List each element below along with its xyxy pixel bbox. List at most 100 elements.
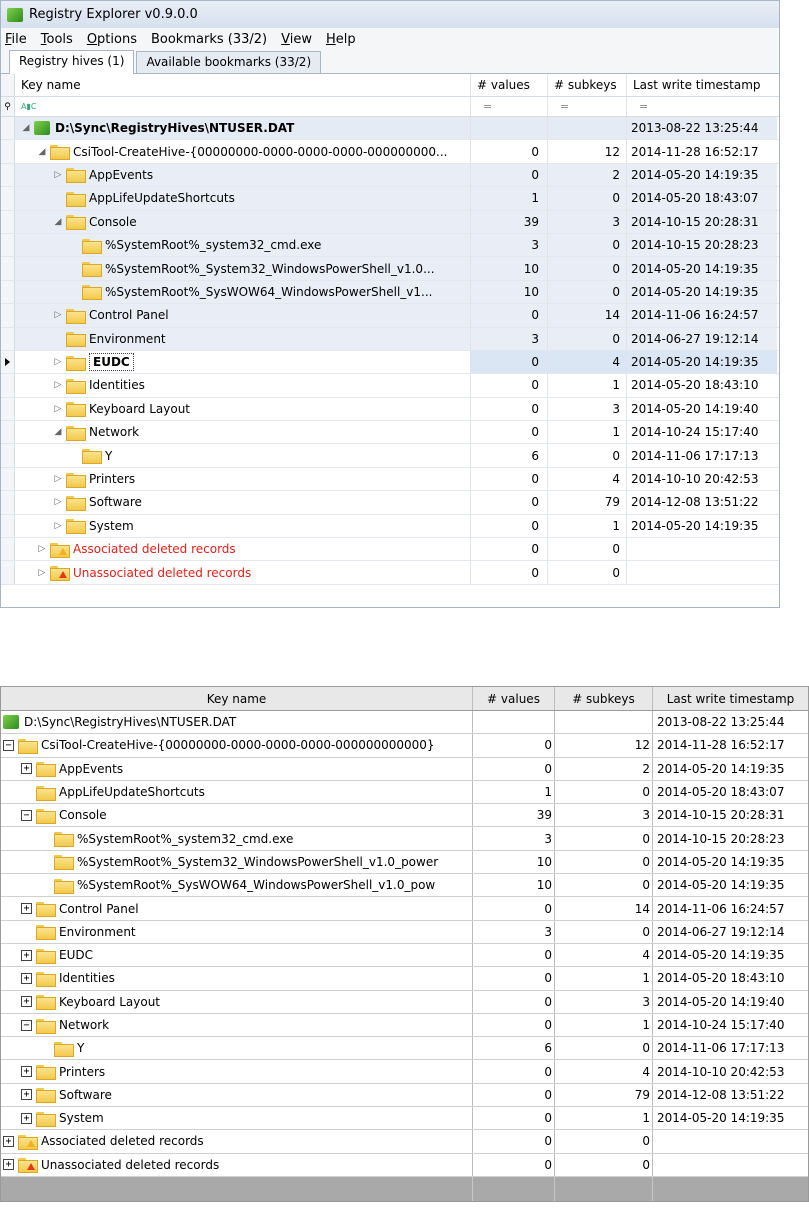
table-row[interactable]: Environment 3 0 2014-06-27 19:12:14 [1,920,808,944]
table-row[interactable]: Y 6 0 2014-11-06 17:17:13 [1,444,779,468]
collapse-arrow-icon[interactable]: ◢ [37,147,47,157]
filter-timestamp[interactable]: = [627,97,777,116]
expand-arrow-icon[interactable]: ▷ [53,310,63,320]
timestamp-cell: 2014-10-15 20:28:31 [657,808,785,823]
filter-key-name[interactable]: A▮C [15,97,471,116]
menu-view[interactable]: View [281,32,312,47]
table-row[interactable]: − CsiTool-CreateHive-{00000000-0000-0000-… [1,734,808,758]
table-row[interactable]: − Network 0 1 2014-10-24 15:17:40 [1,1013,808,1038]
expand-box-icon[interactable]: + [21,903,32,915]
grid2-column-values[interactable]: # values [473,687,555,710]
filter-subkeys[interactable]: = [548,97,627,116]
hive-icon [34,121,50,136]
menu-help[interactable]: Help [326,32,356,47]
table-row[interactable]: ▷ Printers 0 4 2014-10-10 20:42:53 [1,467,779,492]
tab-registry-hives[interactable]: Registry hives (1) [9,50,135,74]
table-row[interactable]: %SystemRoot%_system32_cmd.exe 3 0 2014-10-1… [1,233,779,258]
table-row[interactable]: ▷ EUDC 0 4 2014-05-20 14:19:35 [1,350,779,375]
expand-arrow-icon[interactable]: ▷ [53,497,63,507]
collapse-arrow-icon[interactable]: ◢ [53,427,63,437]
timestamp-cell: 2014-05-20 14:19:35 [631,518,759,533]
table-row[interactable]: ▷ Control Panel 0 14 2014-11-06 16:24:57 [1,304,779,328]
column-header-key-name[interactable]: Key name [15,74,471,96]
table-row[interactable]: %SystemRoot%_System32_WindowsPowerShell_… [1,257,779,281]
table-row[interactable]: ▷ Keyboard Layout 0 3 2014-05-20 14:19:40 [1,397,779,422]
table-row[interactable]: AppLifeUpdateShortcuts 1 0 2014-05-20 18:43… [1,780,808,805]
folder-icon [66,519,86,535]
table-row[interactable]: + Printers 0 4 2014-10-10 20:42:53 [1,1060,808,1084]
column-header-values[interactable]: # values [471,74,548,96]
table-row[interactable]: + Control Panel 0 14 2014-11-06 16:24:57 [1,897,808,921]
expand-box-icon[interactable]: + [3,1159,14,1171]
table-row[interactable]: %SystemRoot%_system32_cmd.exe 3 0 2014-10-1… [1,827,808,851]
values-cell: 10 [473,874,555,897]
expand-box-icon[interactable]: + [21,1112,32,1124]
expand-arrow-icon[interactable]: ▷ [53,521,63,531]
table-row[interactable]: ◢ D:\Sync\RegistryHives\NTUSER.DAT 2013-08… [1,117,779,141]
table-row[interactable]: %SystemRoot%_System32_WindowsPowerShell_… [1,850,808,875]
table-row[interactable]: ▷ System 0 1 2014-05-20 14:19:35 [1,514,779,539]
expand-box-icon[interactable]: + [21,949,32,961]
expand-box-icon[interactable]: + [21,972,32,984]
table-row[interactable]: ▷ Associated deleted records 0 0 [1,538,779,562]
grid2-column-timestamp[interactable]: Last write timestamp [653,687,808,710]
subkeys-cell: 0 [548,187,627,210]
timestamp-cell: 2014-11-28 16:52:17 [631,144,759,159]
expand-arrow-icon[interactable]: ▷ [37,568,47,578]
table-row[interactable]: AppLifeUpdateShortcuts 1 0 2014-05-20 18:43… [1,187,779,211]
tab-available-bookmarks[interactable]: Available bookmarks (33/2) [136,51,322,73]
collapse-arrow-icon[interactable]: ◢ [53,217,63,227]
expand-box-icon[interactable]: + [21,763,32,775]
timestamp-cell: 2013-08-22 13:25:44 [657,715,785,730]
expand-arrow-icon[interactable]: ▷ [53,380,63,390]
values-cell: 6 [471,444,548,467]
grid2-column-subkeys[interactable]: # subkeys [555,687,653,710]
table-row[interactable]: %SystemRoot%_SysWOW64_WindowsPowerShell_… [1,280,779,305]
timestamp-cell [627,538,777,560]
expand-box-icon[interactable]: + [21,1089,32,1101]
collapse-arrow-icon[interactable]: ◢ [21,123,31,133]
table-row[interactable]: + Unassociated deleted records 0 0 [1,1153,808,1177]
table-row[interactable]: + Keyboard Layout 0 3 2014-05-20 14:19:40 [1,990,808,1014]
column-header-subkeys[interactable]: # subkeys [548,74,627,96]
key-name-cell: ▷ Printers [15,467,471,491]
table-row[interactable]: %SystemRoot%_SysWOW64_WindowsPowerShell_… [1,874,808,898]
expand-arrow-icon[interactable]: ▷ [53,357,63,367]
key-name-cell: %SystemRoot%_SysWOW64_WindowsPowerShell_… [15,280,471,304]
table-row[interactable]: − Console 39 3 2014-10-15 20:28:31 [1,804,808,828]
table-row[interactable]: ◢ Console 39 3 2014-10-15 20:28:31 [1,210,779,234]
expand-arrow-icon[interactable]: ▷ [37,544,47,554]
collapse-box-icon[interactable]: − [21,809,32,821]
filter-values[interactable]: = [471,97,548,116]
table-row[interactable]: + Associated deleted records 0 0 [1,1130,808,1154]
table-row[interactable]: Environment 3 0 2014-06-27 19:12:14 [1,327,779,351]
collapse-box-icon[interactable]: − [3,739,14,751]
expand-box-icon[interactable]: + [3,1135,14,1147]
expand-arrow-icon[interactable]: ▷ [53,404,63,414]
table-row[interactable]: + AppEvents 0 2 2014-05-20 14:19:35 [1,757,808,781]
table-row[interactable]: + Identities 0 1 2014-05-20 18:43:10 [1,967,808,991]
table-row[interactable]: ▷ AppEvents 0 2 2014-05-20 14:19:35 [1,163,779,188]
table-row[interactable]: ◢ CsiTool-CreateHive-{00000000-0000-0000-… [1,140,779,164]
menu-file[interactable]: File [5,32,27,47]
table-row[interactable]: Y 6 0 2014-11-06 17:17:13 [1,1037,808,1061]
table-row[interactable]: ▷ Unassociated deleted records 0 0 [1,561,779,585]
table-row[interactable]: ◢ Network 0 1 2014-10-24 15:17:40 [1,421,779,445]
table-row[interactable]: + EUDC 0 4 2014-05-20 14:19:35 [1,943,808,968]
menu-bookmarks-33-2[interactable]: Bookmarks (33/2) [151,32,267,47]
expand-arrow-icon[interactable]: ▷ [53,170,63,180]
menu-options[interactable]: Options [87,32,137,47]
column-header-timestamp[interactable]: Last write timestamp [627,74,777,96]
table-row[interactable]: + Software 0 79 2014-12-08 13:51:22 [1,1083,808,1108]
table-row[interactable]: + System 0 1 2014-05-20 14:19:35 [1,1107,808,1131]
collapse-box-icon[interactable]: − [21,1019,32,1031]
table-row[interactable]: ▷ Software 0 79 2014-12-08 13:51:22 [1,491,779,515]
table-row[interactable]: ▷ Identities 0 1 2014-05-20 18:43:10 [1,374,779,398]
menu-tools[interactable]: Tools [41,32,73,47]
expand-box-icon[interactable]: + [21,1066,32,1078]
expand-arrow-icon[interactable]: ▷ [53,474,63,484]
subkeys-cell: 0 [548,280,627,304]
expand-box-icon[interactable]: + [21,996,32,1008]
table-row[interactable]: D:\Sync\RegistryHives\NTUSER.DAT 2013-08-… [1,711,808,735]
grid2-column-key-name[interactable]: Key name [1,687,473,710]
